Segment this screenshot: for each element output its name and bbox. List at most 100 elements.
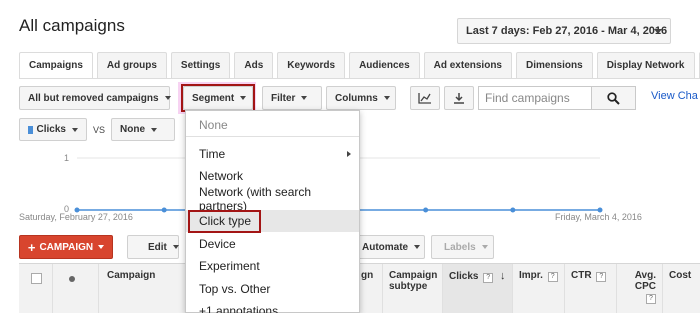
menu-item-label: None [199, 118, 228, 132]
campaign-subtype-line2: subtype [389, 281, 428, 292]
plus-icon: + [27, 239, 36, 255]
search-button[interactable] [592, 86, 636, 110]
menu-item-device[interactable]: Device [186, 233, 359, 255]
campaign-subtype-line1: Campaign [389, 270, 438, 281]
menu-item-none[interactable]: None [186, 114, 359, 136]
date-range-label: Last 7 days: Feb 27, 2016 - Mar 4, 2016 [466, 25, 668, 37]
menu-item-label: Device [199, 237, 236, 251]
tab-ad-groups[interactable]: Ad groups [96, 52, 167, 78]
campaign-scope-dropdown[interactable]: All but removed campaigns [19, 86, 171, 110]
segment-callout-box [181, 84, 255, 112]
cost-header-label: Cost [669, 270, 692, 281]
automate-button[interactable]: Automate [353, 235, 425, 259]
add-campaign-button[interactable]: + CAMPAIGN [19, 235, 113, 259]
help-icon[interactable]: ? [646, 294, 656, 304]
tab-ads[interactable]: Ads [234, 52, 274, 78]
menu-item-time[interactable]: Time [186, 143, 359, 165]
edit-label: Edit [148, 241, 167, 253]
data-point[interactable] [161, 207, 167, 213]
add-campaign-label: CAMPAIGN [39, 241, 94, 253]
tab-display-network[interactable]: Display Network [596, 52, 695, 78]
impressions-column-header[interactable]: Impr. ? [513, 264, 565, 313]
chevron-down-icon [481, 245, 488, 249]
metric1-label: Clicks [36, 124, 66, 135]
menu-separator [186, 136, 359, 137]
tab-campaigns[interactable]: Campaigns [19, 52, 93, 78]
page-title: All campaigns [19, 16, 125, 35]
menu-item-label: Time [199, 147, 226, 161]
y-axis-top-label: 1 [64, 153, 70, 163]
chevron-down-icon [654, 29, 662, 34]
x-axis-end-date: Friday, March 4, 2016 [555, 212, 642, 222]
menu-item-label: Network (with search partners) [199, 185, 312, 213]
edit-button[interactable]: Edit [127, 235, 179, 259]
x-axis-start-date: Saturday, February 27, 2016 [19, 212, 133, 222]
menu-item-experiment[interactable]: Experiment [186, 255, 359, 277]
automate-label: Automate [362, 241, 409, 253]
cost-column-header[interactable]: Cost [663, 264, 700, 313]
tab-divider [19, 78, 700, 79]
chevron-down-icon [72, 127, 78, 132]
menu-item-network[interactable]: Network [186, 165, 359, 187]
status-dot-icon [69, 276, 75, 282]
data-point[interactable] [423, 207, 429, 213]
vs-label: VS [93, 125, 106, 135]
date-range-selector[interactable]: Last 7 days: Feb 27, 2016 - Mar 4, 2016 [457, 18, 671, 44]
type-column-header[interactable]: gn [359, 264, 383, 313]
chevron-down-icon [383, 96, 390, 100]
campaign-subtype-column-header[interactable]: Campaign subtype [383, 264, 443, 313]
campaign-header-label: Campaign [107, 270, 156, 281]
chevron-right-icon [347, 151, 351, 157]
columns-button[interactable]: Columns [326, 86, 396, 110]
tab-keywords[interactable]: Keywords [277, 52, 346, 78]
columns-label: Columns [335, 92, 378, 104]
help-icon[interactable]: ? [596, 272, 607, 282]
chevron-down-icon [172, 245, 179, 249]
menu-item-label: +1 annotations [199, 304, 279, 313]
clicks-column-header[interactable]: Clicks ? ↓ [443, 264, 513, 313]
chevron-down-icon [164, 96, 171, 100]
status-column [53, 264, 99, 313]
metric2-dropdown[interactable]: None [111, 118, 175, 141]
menu-item-plus1-annotations[interactable]: +1 annotations [186, 300, 359, 313]
chevron-down-icon [301, 96, 308, 100]
labels-label: Labels [444, 241, 476, 253]
tab-dimensions[interactable]: Dimensions [516, 52, 593, 78]
metric2-label: None [120, 124, 145, 135]
select-all-checkbox[interactable] [31, 273, 42, 284]
data-point[interactable] [510, 207, 516, 213]
tab-audiences[interactable]: Audiences [349, 52, 420, 78]
chevron-down-icon [98, 245, 105, 249]
menu-item-top-vs-other[interactable]: Top vs. Other [186, 278, 359, 300]
tab-settings[interactable]: Settings [170, 52, 231, 78]
select-all-column [19, 264, 53, 313]
search-placeholder: Find campaigns [485, 91, 570, 105]
ctr-header-label: CTR [571, 270, 592, 281]
menu-item-label: Top vs. Other [199, 282, 271, 296]
download-button[interactable] [444, 86, 474, 110]
chevron-down-icon [414, 245, 421, 249]
filter-button[interactable]: Filter [262, 86, 322, 110]
menu-item-label: Network [199, 169, 244, 183]
campaign-scope-label: All but removed campaigns [28, 92, 159, 104]
menu-item-network-with-search-partners[interactable]: Network (with search partners) [186, 185, 359, 213]
type-header-label: gn [361, 270, 374, 281]
ctr-column-header[interactable]: CTR ? [565, 264, 617, 313]
view-change-history-link[interactable]: View Cha [651, 90, 698, 102]
chevron-down-icon [151, 127, 157, 132]
sort-descending-icon: ↓ [500, 270, 506, 282]
chart-toggle-button[interactable] [410, 86, 440, 110]
avg-cpc-column-header[interactable]: Avg. CPC ? [617, 264, 663, 313]
click-type-callout-box [188, 210, 261, 233]
metric1-dropdown[interactable]: Clicks [19, 118, 87, 141]
filter-label: Filter [271, 92, 296, 104]
labels-button[interactable]: Labels [431, 235, 494, 259]
tab-bar: Campaigns Ad groups Settings Ads Keyword… [19, 52, 700, 78]
help-icon[interactable]: ? [483, 273, 494, 283]
download-icon [454, 93, 464, 104]
search-input[interactable]: Find campaigns [478, 86, 592, 110]
menu-item-label: Experiment [199, 259, 260, 273]
segment-dropdown-menu: None Time Network Network (with search p… [185, 110, 360, 313]
help-icon[interactable]: ? [547, 272, 558, 282]
tab-ad-extensions[interactable]: Ad extensions [423, 52, 512, 78]
